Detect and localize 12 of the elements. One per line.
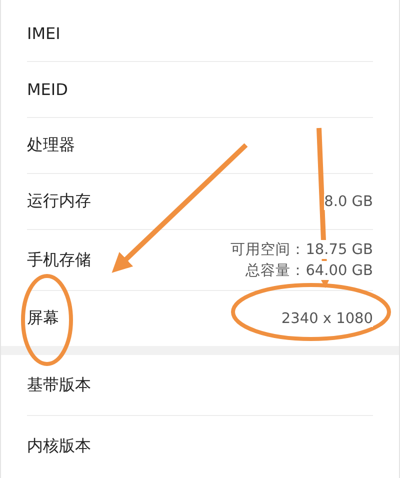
row-value: 2340 x 1080 — [281, 310, 373, 326]
row-label: 手机存储 — [27, 250, 91, 270]
row-label: 内核版本 — [27, 436, 91, 456]
row-value: 8.0 GB — [324, 194, 373, 210]
row-label: IMEI — [27, 24, 60, 43]
row-label: 运行内存 — [27, 191, 91, 212]
row-value: 可用空间：18.75 GB — [230, 240, 373, 259]
row-label: 基带版本 — [27, 374, 91, 396]
row-label: 屏幕 — [27, 308, 59, 329]
row-label: MEID — [27, 80, 68, 99]
row-label: 处理器 — [27, 135, 75, 156]
row-value: 总容量：64.00 GB — [246, 261, 373, 280]
